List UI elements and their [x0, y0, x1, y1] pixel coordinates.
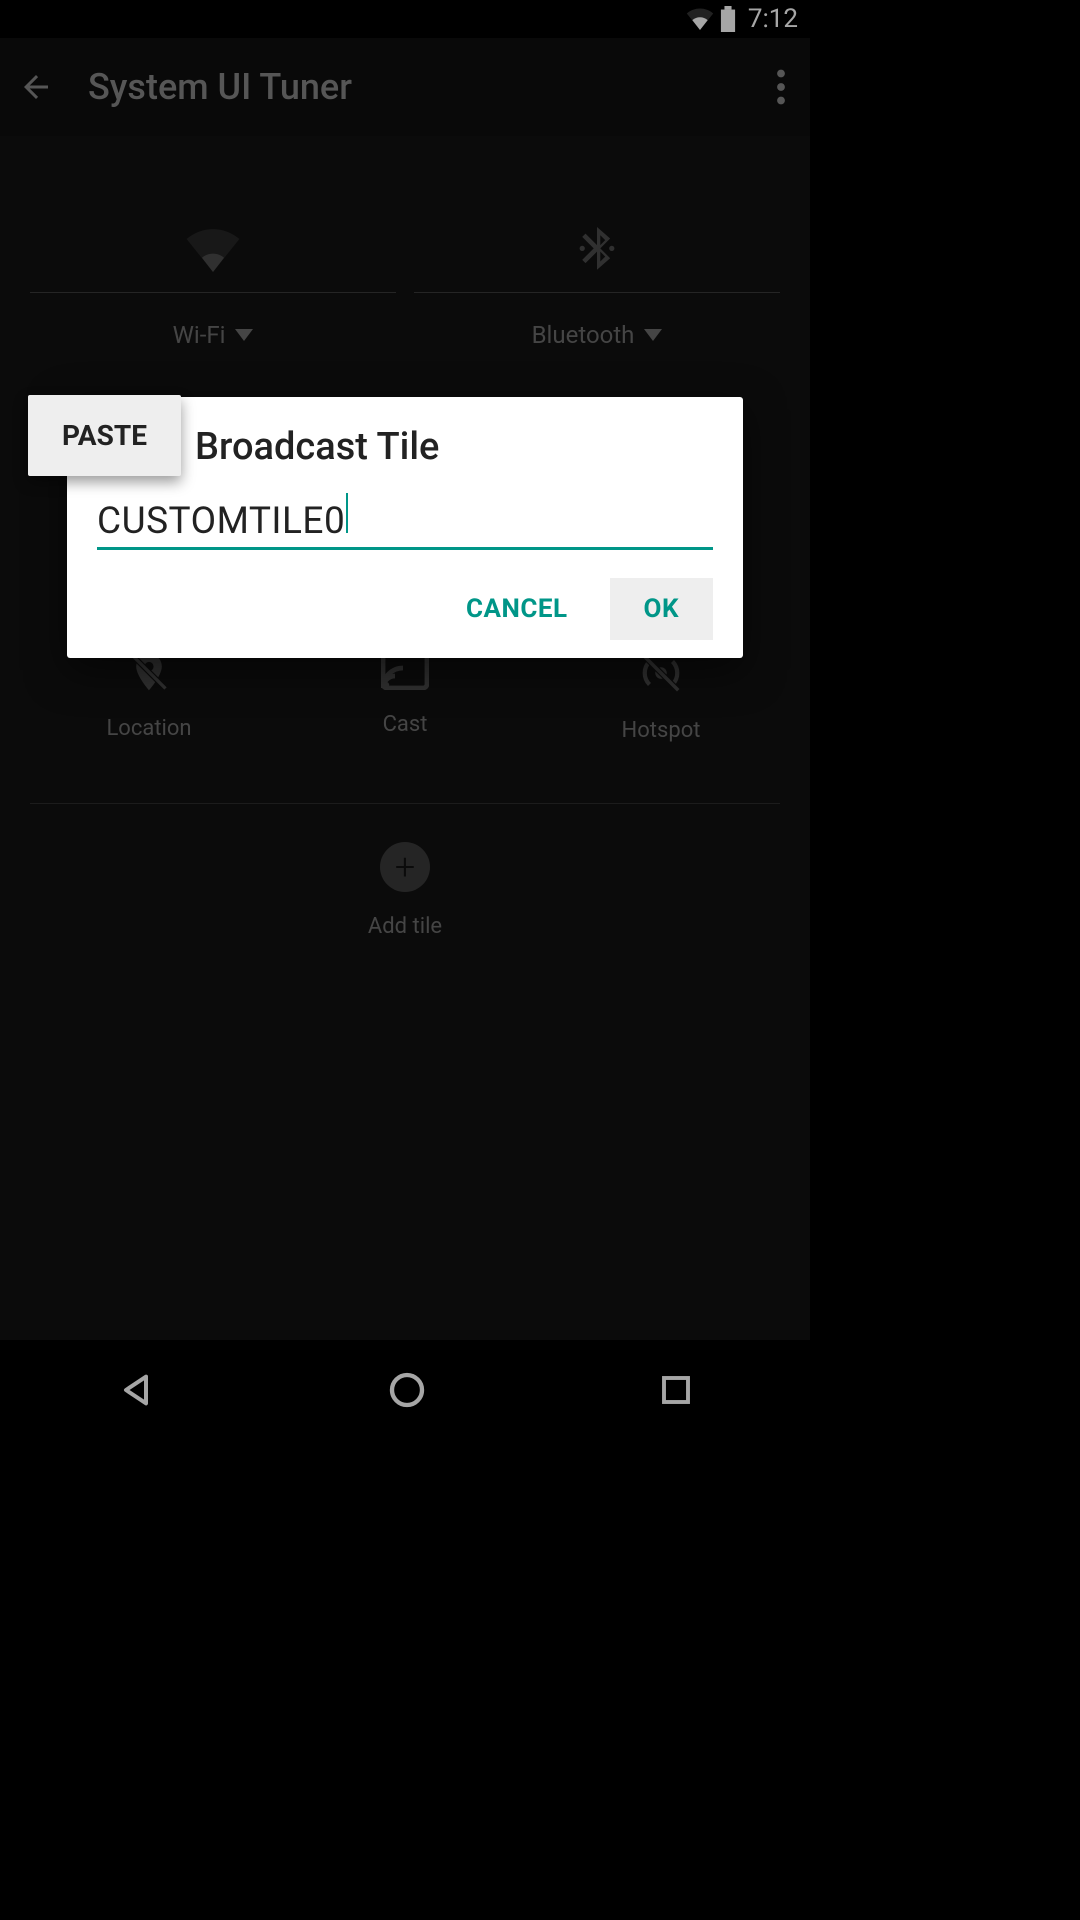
cancel-button[interactable]: CANCEL — [444, 578, 590, 640]
paste-context-menu[interactable]: PASTE — [28, 395, 181, 476]
tile-name-input[interactable]: CUSTOMTILE0 — [97, 493, 713, 550]
modal-overlay[interactable] — [0, 0, 810, 1440]
input-value: CUSTOMTILE0 — [97, 500, 345, 543]
ok-button[interactable]: OK — [610, 578, 713, 640]
text-cursor — [346, 493, 348, 533]
dialog-title: Broadcast Tile — [97, 425, 713, 469]
